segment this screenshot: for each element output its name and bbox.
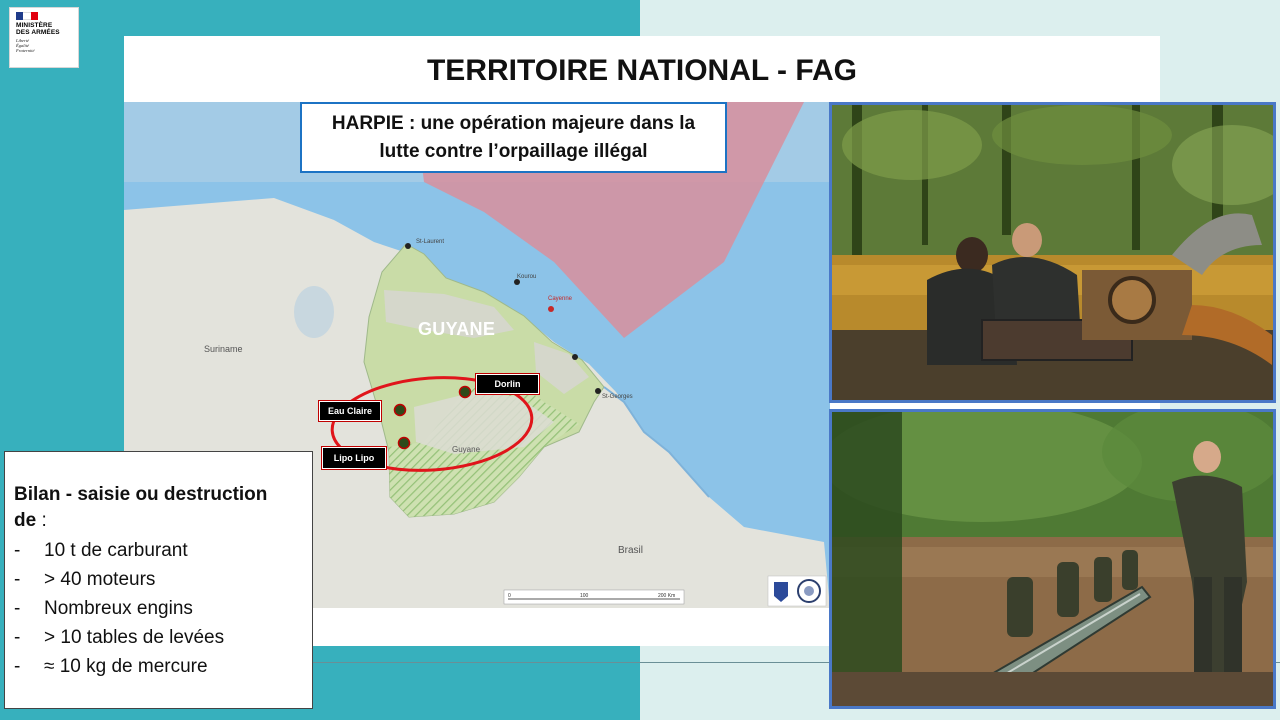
bilan-title-colon: : [36,510,47,531]
site-dot-lipo-lipo [397,436,411,450]
page-title: TERRITOIRE NATIONAL - FAG [426,54,857,87]
ministry-logo: MINISTÈRE DES ARMÉES Liberté Égalité Fra… [9,7,79,68]
list-item: - ≈ 10 kg de mercure [14,652,303,681]
bilan-title: Bilan - saisie ou destruction de : [14,482,303,534]
french-flag-icon [16,12,38,20]
lake [294,286,334,338]
bilan-item-machinery: Nombreux engins [44,598,193,619]
site-label-eau-claire: Eau Claire [318,400,382,422]
label-suriname: Suriname [204,344,243,354]
bilan-title-line-1: Bilan - saisie ou destruction [14,484,268,505]
bilan-item-engines: > 40 moteurs [44,569,156,590]
army-emblem-center [804,586,814,596]
photo-river-graphic [832,412,1273,706]
site-label-dorlin: Dorlin [475,373,540,395]
city-dot-east [572,354,578,360]
label-guyane-inner: Guyane [452,445,481,454]
city-cayenne: Cayenne [548,296,573,302]
city-dot-cayenne [548,306,554,312]
list-item: -10 t de carburant [14,536,303,565]
city-st-georges: St-Georges [602,394,633,400]
logo-line-2: DES ARMÉES [16,29,60,36]
scale-tick-200: 200 Km [658,593,675,599]
caption-line-1: HARPIE : une opération majeure dans la [331,113,696,134]
scale-bar-box [503,589,685,605]
bilan-box: Bilan - saisie ou destruction de : -10 t… [4,451,313,709]
site-dot-dorlin [458,385,472,399]
list-item: - Nombreux engins [14,594,303,623]
city-dot-st-laurent [405,243,411,249]
bilan-item-fuel: 10 t de carburant [44,540,188,561]
photo-mining-graphic [832,105,1273,400]
logo-motto: Liberté Égalité Fraternité [16,38,72,53]
list-item: - > 40 moteurs [14,565,303,594]
site-dot-eau-claire [393,403,407,417]
bilan-item-tables: > 10 tables de levées [44,627,225,648]
bilan-item-mercury: ≈ 10 kg de mercure [44,656,208,677]
city-dot-st-georges [595,388,601,394]
region-label: GUYANE [418,319,496,339]
site-label-lipo-lipo: Lipo Lipo [321,446,387,470]
operation-caption: HARPIE : une opération majeure dans la l… [300,102,727,173]
list-item: - > 10 tables de levées [14,623,303,652]
caption-line-2: lutte contre l’orpaillage illégal [379,141,648,162]
bilan-list: -10 t de carburant - > 40 moteurs - Nombre… [14,536,303,681]
bilan-title-de: de [14,510,37,531]
logo-line-1: MINISTÈRE [16,22,53,29]
bilan-title-line-2: de : [14,508,303,534]
city-st-laurent: St-Laurent [416,239,444,245]
scale-tick-100: 100 [580,593,589,599]
label-brasil: Brasil [618,545,643,556]
city-kourou: Kourou [517,274,536,280]
photo-river-patrol [829,409,1276,709]
motto-fraternite: Fraternité [16,48,35,53]
photo-mining-site [829,102,1276,403]
scale-tick-0: 0 [508,593,511,599]
